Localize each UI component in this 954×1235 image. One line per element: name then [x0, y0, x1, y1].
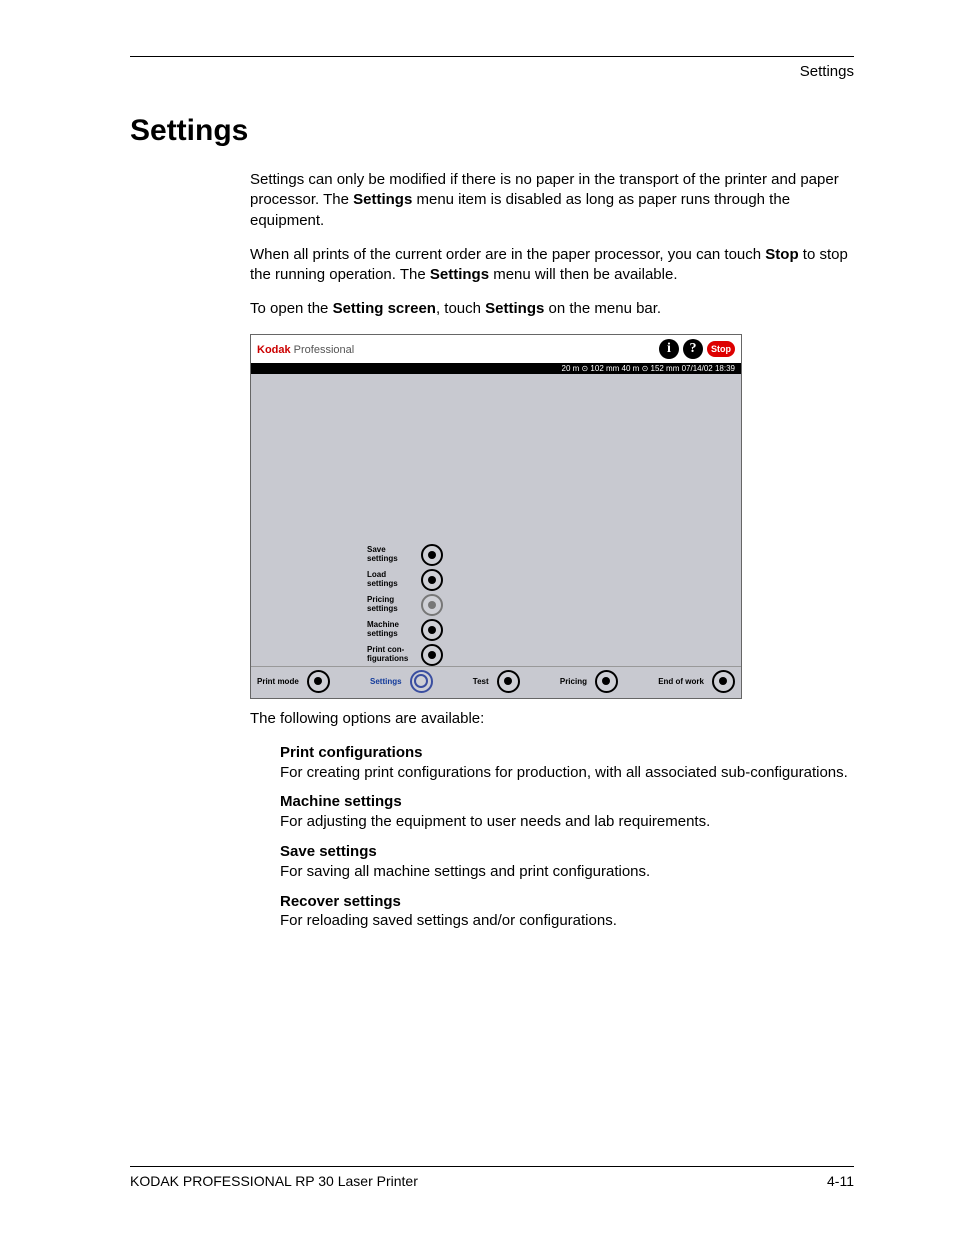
tab-label: Settings — [370, 677, 402, 686]
option-heading: Save settings — [280, 842, 854, 862]
running-head: Settings — [130, 63, 854, 80]
option-save-settings: Save settings For saving all machine set… — [280, 842, 854, 882]
option-text: For adjusting the equipment to user need… — [280, 813, 710, 830]
status-bar: 20 m ⊙ 102 mm 40 m ⊙ 152 mm 07/14/02 18:… — [251, 363, 741, 374]
intro-para-3: To open the Setting screen, touch Settin… — [250, 299, 854, 319]
tab-label: Test — [473, 677, 489, 686]
intro-para-2: When all prints of the current order are… — [250, 245, 854, 286]
tab-settings[interactable]: Settings — [370, 670, 433, 693]
settings-word: Settings — [430, 266, 489, 283]
menu-label: Load settings — [367, 571, 398, 588]
setting-screen-word: Setting screen — [333, 300, 436, 317]
target-icon — [421, 619, 443, 641]
stop-button[interactable]: Stop — [707, 341, 735, 357]
text: , touch — [436, 300, 485, 317]
target-icon — [421, 544, 443, 566]
brand-kodak: Kodak — [257, 344, 291, 356]
settings-word: Settings — [353, 191, 412, 208]
options-intro: The following options are available: — [250, 709, 854, 729]
target-icon — [712, 670, 735, 693]
intro-para-1: Settings can only be modified if there i… — [250, 170, 854, 231]
option-print-configurations: Print configurations For creating print … — [280, 743, 854, 783]
tab-print-mode[interactable]: Print mode — [257, 670, 330, 693]
target-icon — [307, 670, 330, 693]
menu-pricing-settings[interactable]: Pricing settings — [365, 594, 445, 616]
menu-label: Pricing settings — [367, 596, 398, 613]
stop-word: Stop — [765, 246, 798, 263]
option-heading: Print configurations — [280, 743, 854, 763]
footer-left: KODAK PROFESSIONAL RP 30 Laser Printer — [130, 1173, 418, 1189]
menu-machine-settings[interactable]: Machine settings — [365, 619, 445, 641]
option-heading: Machine settings — [280, 792, 854, 812]
settings-word: Settings — [485, 300, 544, 317]
target-icon — [421, 594, 443, 616]
option-text: For reloading saved settings and/or conf… — [280, 912, 617, 929]
option-text: For creating print configurations for pr… — [280, 764, 848, 781]
tab-pricing[interactable]: Pricing — [560, 670, 618, 693]
option-heading: Recover settings — [280, 892, 854, 912]
text: When all prints of the current order are… — [250, 246, 765, 263]
tab-test[interactable]: Test — [473, 670, 520, 693]
device-screenshot: Kodak Professional i ? Stop 20 m ⊙ 102 m… — [250, 334, 742, 699]
tab-label: Pricing — [560, 677, 587, 686]
text: menu will then be available. — [489, 266, 677, 283]
brand-professional: Professional — [291, 344, 355, 356]
brand-logo: Kodak Professional — [257, 340, 354, 357]
text: To open the — [250, 300, 333, 317]
tab-label: Print mode — [257, 677, 299, 686]
target-icon — [595, 670, 618, 693]
page-title: Settings — [130, 114, 854, 148]
footer-page-number: 4-11 — [827, 1173, 854, 1189]
target-icon — [497, 670, 520, 693]
target-icon — [421, 569, 443, 591]
help-icon[interactable]: ? — [683, 339, 703, 359]
target-icon — [421, 644, 443, 666]
menu-print-configurations[interactable]: Print con- figurations — [365, 644, 445, 666]
menu-label: Print con- figurations — [367, 646, 408, 663]
target-icon — [410, 670, 433, 693]
option-machine-settings: Machine settings For adjusting the equip… — [280, 792, 854, 832]
menu-label: Save settings — [367, 546, 398, 563]
text: on the menu bar. — [544, 300, 661, 317]
option-text: For saving all machine settings and prin… — [280, 863, 650, 880]
option-recover-settings: Recover settings For reloading saved set… — [280, 892, 854, 932]
info-icon[interactable]: i — [659, 339, 679, 359]
menu-label: Machine settings — [367, 621, 399, 638]
menu-load-settings[interactable]: Load settings — [365, 569, 445, 591]
tab-end-of-work[interactable]: End of work — [658, 670, 735, 693]
menu-save-settings[interactable]: Save settings — [365, 544, 445, 566]
tab-label: End of work — [658, 677, 704, 686]
